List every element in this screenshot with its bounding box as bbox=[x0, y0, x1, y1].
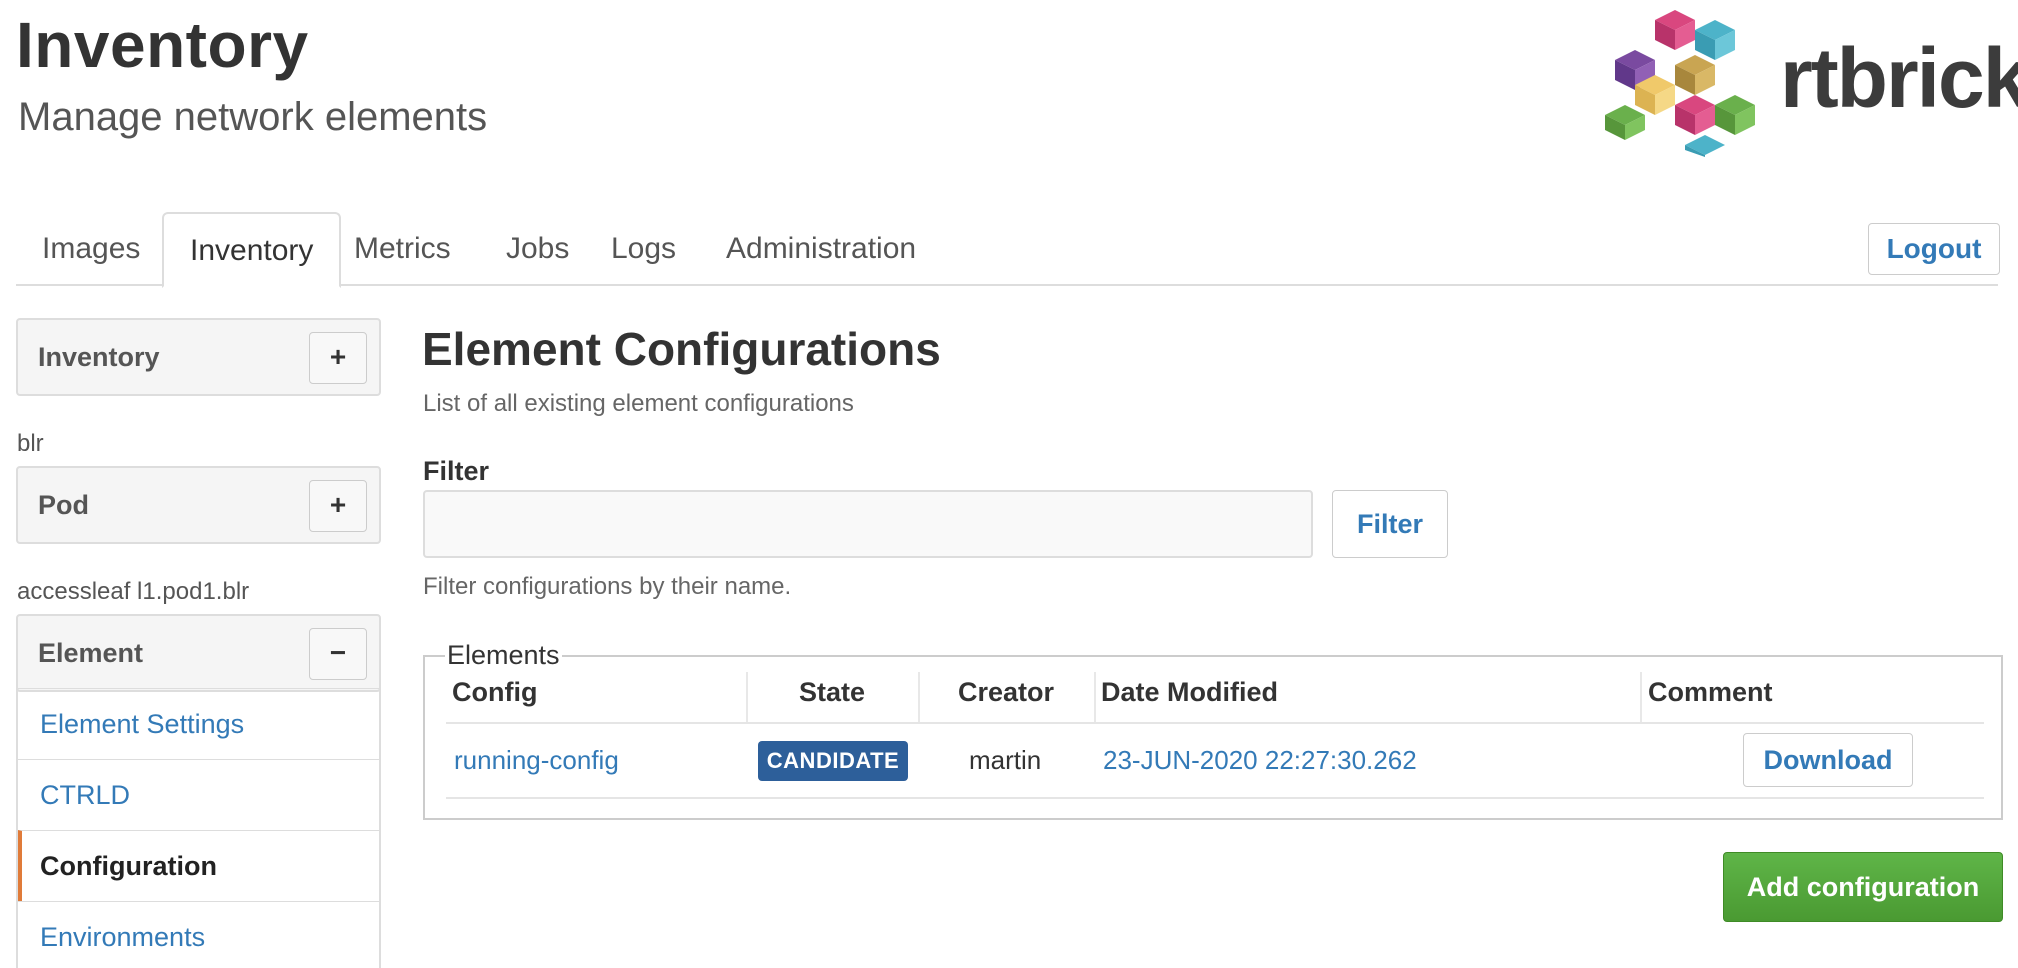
download-button[interactable]: Download bbox=[1743, 733, 1913, 787]
logo-text: rtbrick bbox=[1780, 31, 2018, 125]
column-divider bbox=[918, 672, 920, 722]
filter-button[interactable]: Filter bbox=[1332, 490, 1448, 558]
filter-help-text: Filter configurations by their name. bbox=[423, 573, 792, 600]
config-link[interactable]: running-config bbox=[454, 745, 619, 776]
page-subtitle: Manage network elements bbox=[18, 95, 488, 139]
column-header-config: Config bbox=[452, 677, 538, 707]
column-divider bbox=[746, 672, 748, 722]
tab-logs[interactable]: Logs bbox=[585, 212, 702, 286]
date-modified-link[interactable]: 23-JUN-2020 22:27:30.262 bbox=[1103, 745, 1417, 776]
sidebar-item-ctrld[interactable]: CTRLD bbox=[18, 759, 379, 830]
column-header-date-modified: Date Modified bbox=[1101, 677, 1279, 707]
pod-selection: accessleaf l1.pod1.blr bbox=[17, 578, 250, 605]
column-divider bbox=[1094, 672, 1096, 722]
element-panel-label: Element bbox=[38, 638, 144, 668]
filter-input[interactable] bbox=[423, 490, 1313, 558]
element-panel-header: Element − bbox=[16, 614, 381, 692]
collapse-element-button[interactable]: − bbox=[309, 628, 367, 680]
creator-cell: martin bbox=[969, 745, 1042, 775]
pod-panel-header: Pod + bbox=[16, 466, 381, 544]
section-description: List of all existing element configurati… bbox=[423, 390, 854, 417]
inventory-panel-label: Inventory bbox=[38, 342, 160, 372]
sidebar-item-configuration[interactable]: Configuration bbox=[18, 830, 379, 901]
add-configuration-button[interactable]: Add configuration bbox=[1723, 852, 2003, 922]
tab-inventory[interactable]: Inventory bbox=[162, 212, 342, 288]
sidebar-item-element-settings[interactable]: Element Settings bbox=[18, 688, 379, 759]
table-row-divider bbox=[446, 797, 1984, 799]
column-header-comment: Comment bbox=[1648, 677, 1773, 707]
state-badge: CANDIDATE bbox=[758, 741, 908, 781]
column-header-state: State bbox=[799, 677, 866, 707]
add-pod-button[interactable]: + bbox=[309, 480, 367, 532]
tab-administration[interactable]: Administration bbox=[700, 212, 942, 286]
logout-button[interactable]: Logout bbox=[1868, 223, 2000, 275]
elements-fieldset: Elements bbox=[423, 640, 2003, 820]
page-title: Inventory bbox=[16, 9, 309, 81]
section-title: Element Configurations bbox=[422, 323, 941, 375]
element-menu: Element Settings CTRLD Configuration Env… bbox=[16, 688, 381, 968]
filter-label: Filter bbox=[423, 456, 490, 486]
inventory-selection: blr bbox=[17, 430, 44, 457]
tab-jobs[interactable]: Jobs bbox=[480, 212, 595, 286]
main-tabs: Images Inventory Metrics Jobs Logs Admin… bbox=[16, 212, 1998, 288]
tab-metrics[interactable]: Metrics bbox=[328, 212, 477, 286]
inventory-panel-header: Inventory + bbox=[16, 318, 381, 396]
sidebar-item-environments[interactable]: Environments bbox=[18, 901, 379, 968]
add-inventory-button[interactable]: + bbox=[309, 332, 367, 384]
column-divider bbox=[1640, 672, 1642, 722]
table-row-divider bbox=[446, 722, 1984, 724]
pod-panel-label: Pod bbox=[38, 490, 89, 520]
column-header-creator: Creator bbox=[958, 677, 1055, 707]
elements-legend: Elements bbox=[447, 640, 560, 670]
tab-images[interactable]: Images bbox=[16, 212, 166, 286]
